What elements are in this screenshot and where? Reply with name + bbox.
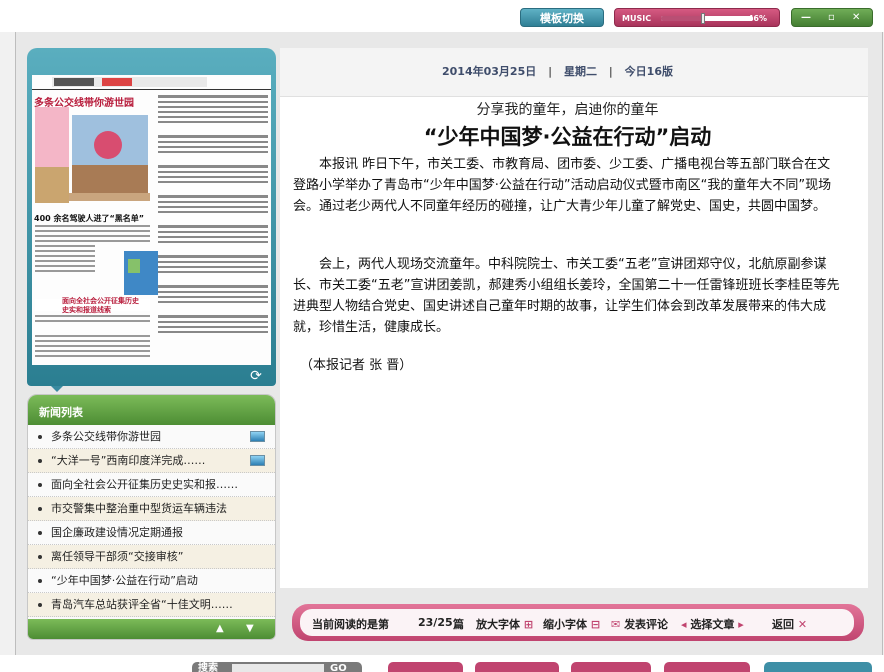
article-paragraph-2: 会上，两代人现场交流童年。中科院院士、市关工委“五老”宣讲团郑守仪，北航原副参谋…: [293, 257, 840, 335]
separator: |: [548, 65, 553, 78]
newspaper-panel: 多条公交线带你游世园 400 余名驾驶人进了“黑名单” 面向全社会公开征集历史史…: [27, 48, 276, 386]
news-list-panel: 新闻列表 多条公交线带你游世园 “大洋一号”西南印度洋完成…… 面向全社会公开征集历…: [27, 394, 276, 640]
bottom-nav-pager[interactable]: [764, 662, 872, 672]
article-title: “少年中国梦·公益在行动”启动: [423, 125, 712, 149]
news-list-item-title: 离任领导干部须“交接审核”: [51, 550, 184, 563]
plus-icon: ⊞: [523, 618, 534, 631]
music-control: MUSIC 46%: [614, 8, 780, 27]
article-action-bar-inner: 当前阅读的是第 23/25 篇 放大字体 ⊞ 缩小字体 ⊟ ✉ 发表评论 ◂ 选…: [300, 609, 854, 636]
issue-weekday: 星期二: [563, 65, 597, 78]
search-label: 搜索: [198, 663, 218, 672]
music-volume-value: 46%: [747, 14, 767, 23]
paper-headline-2: 400 余名驾驶人进了“黑名单”: [34, 214, 144, 223]
news-list-item[interactable]: 青岛汽车总站获评全省“十佳文明……: [28, 593, 275, 617]
issue-date: 2014年03月25日: [442, 65, 537, 78]
scroll-down-icon[interactable]: ▼: [246, 623, 254, 634]
bullet-icon: [38, 555, 42, 559]
news-list-item[interactable]: 市交警集中整治重中型货运车辆违法: [28, 497, 275, 521]
search-go-button[interactable]: GO: [330, 662, 347, 672]
bottom-nav-button-4[interactable]: [664, 662, 750, 672]
image-icon[interactable]: [250, 431, 265, 442]
top-toolbar: 模板切换 MUSIC 46% — ▫ ✕: [0, 0, 884, 32]
reading-position-value: 23/25: [418, 616, 453, 629]
mail-icon: ✉: [611, 618, 621, 631]
post-comment-button[interactable]: ✉ 发表评论: [611, 616, 668, 632]
news-list-item[interactable]: “大洋一号”西南印度洋完成……: [28, 449, 275, 473]
search-input[interactable]: [232, 664, 324, 672]
news-list-item-title: 青岛汽车总站获评全省“十佳文明……: [51, 598, 233, 611]
news-list-item[interactable]: 国企廉政建设情况定期通报: [28, 521, 275, 545]
news-list-item[interactable]: “少年中国梦·公益在行动”启动: [28, 569, 275, 593]
bullet-icon: [38, 603, 42, 607]
prev-arrow-icon: ◂: [681, 618, 687, 631]
refresh-icon[interactable]: ⟳: [246, 369, 266, 383]
bullet-icon: [38, 459, 42, 463]
news-list-item-title: 面向全社会公开征集历史史实和报……: [51, 478, 238, 491]
article-reporter: （本报记者 张 晋）: [300, 358, 413, 373]
back-button[interactable]: 返回 ✕: [772, 616, 807, 632]
article-action-bar: 当前阅读的是第 23/25 篇 放大字体 ⊞ 缩小字体 ⊟ ✉ 发表评论 ◂ 选…: [292, 604, 864, 641]
bullet-icon: [38, 483, 42, 487]
enlarge-font-button[interactable]: 放大字体 ⊞: [476, 616, 533, 632]
select-article-button[interactable]: ◂ 选择文章 ▸: [681, 616, 744, 632]
next-arrow-icon: ▸: [738, 618, 744, 631]
news-list-item[interactable]: 面向全社会公开征集历史史实和报……: [28, 473, 275, 497]
maximize-icon[interactable]: ▫: [828, 12, 835, 23]
bottom-nav: 搜索 GO: [0, 655, 884, 672]
scroll-up-icon[interactable]: ▲: [216, 623, 224, 634]
reading-position-unit: 篇: [453, 618, 464, 631]
shrink-font-button[interactable]: 缩小字体 ⊟: [543, 616, 600, 632]
minus-icon: ⊟: [590, 618, 601, 631]
music-volume-handle[interactable]: [701, 13, 706, 24]
window-controls: — ▫ ✕: [791, 8, 873, 27]
news-list-item-title: 国企廉政建设情况定期通报: [51, 526, 183, 539]
edition-count: 今日16版: [624, 65, 673, 78]
bullet-icon: [38, 531, 42, 535]
paper-headline-3: 面向全社会公开征集历史史实和报道线索: [62, 297, 139, 314]
bottom-nav-button-1[interactable]: [388, 662, 463, 672]
search-box: 搜索 GO: [192, 662, 362, 672]
close-icon: ✕: [797, 618, 808, 631]
news-list-item[interactable]: 多条公交线带你游世园: [28, 425, 275, 449]
panel-pointer-icon: [51, 386, 63, 392]
bullet-icon: [38, 579, 42, 583]
news-list-footer: ▲ ▼: [28, 619, 275, 639]
article-panel: 2014年03月25日 | 星期二 | 今日16版 分享我的童年，启迪你的童年 …: [280, 48, 868, 588]
article-paragraph-1: 本报讯 昨日下午，市关工委、市教育局、团市委、少工委、广播电视台等五部门联合在文…: [293, 157, 832, 214]
reading-position-label: 当前阅读的是第: [312, 618, 389, 631]
news-list-item-title: 多条公交线带你游世园: [51, 430, 161, 443]
bullet-icon: [38, 435, 42, 439]
bullet-icon: [38, 507, 42, 511]
separator: |: [608, 65, 613, 78]
music-label: MUSIC: [622, 14, 652, 23]
news-list-header: 新闻列表: [28, 395, 275, 425]
bottom-nav-button-2[interactable]: [475, 662, 559, 672]
image-icon[interactable]: [250, 455, 265, 466]
bottom-nav-button-3[interactable]: [571, 662, 651, 672]
template-switch-button[interactable]: 模板切换: [520, 8, 604, 27]
newspaper-page-thumbnail[interactable]: 多条公交线带你游世园 400 余名驾驶人进了“黑名单” 面向全社会公开征集历史史…: [32, 75, 271, 365]
news-list-item-title: “少年中国梦·公益在行动”启动: [51, 574, 198, 587]
paper-headline-1: 多条公交线带你游世园: [34, 98, 134, 109]
news-list-item-title: “大洋一号”西南印度洋完成……: [51, 454, 206, 467]
music-volume-slider[interactable]: [661, 13, 753, 24]
minimize-icon[interactable]: —: [801, 12, 811, 23]
close-icon[interactable]: ✕: [852, 12, 860, 23]
date-bar: 2014年03月25日 | 星期二 | 今日16版: [280, 48, 868, 97]
music-volume-fill: [661, 16, 704, 21]
news-list-item-title: 市交警集中整治重中型货运车辆违法: [51, 502, 227, 515]
news-list-item[interactable]: 离任领导干部须“交接审核”: [28, 545, 275, 569]
article-subtitle: 分享我的童年，启迪你的童年: [476, 102, 659, 118]
